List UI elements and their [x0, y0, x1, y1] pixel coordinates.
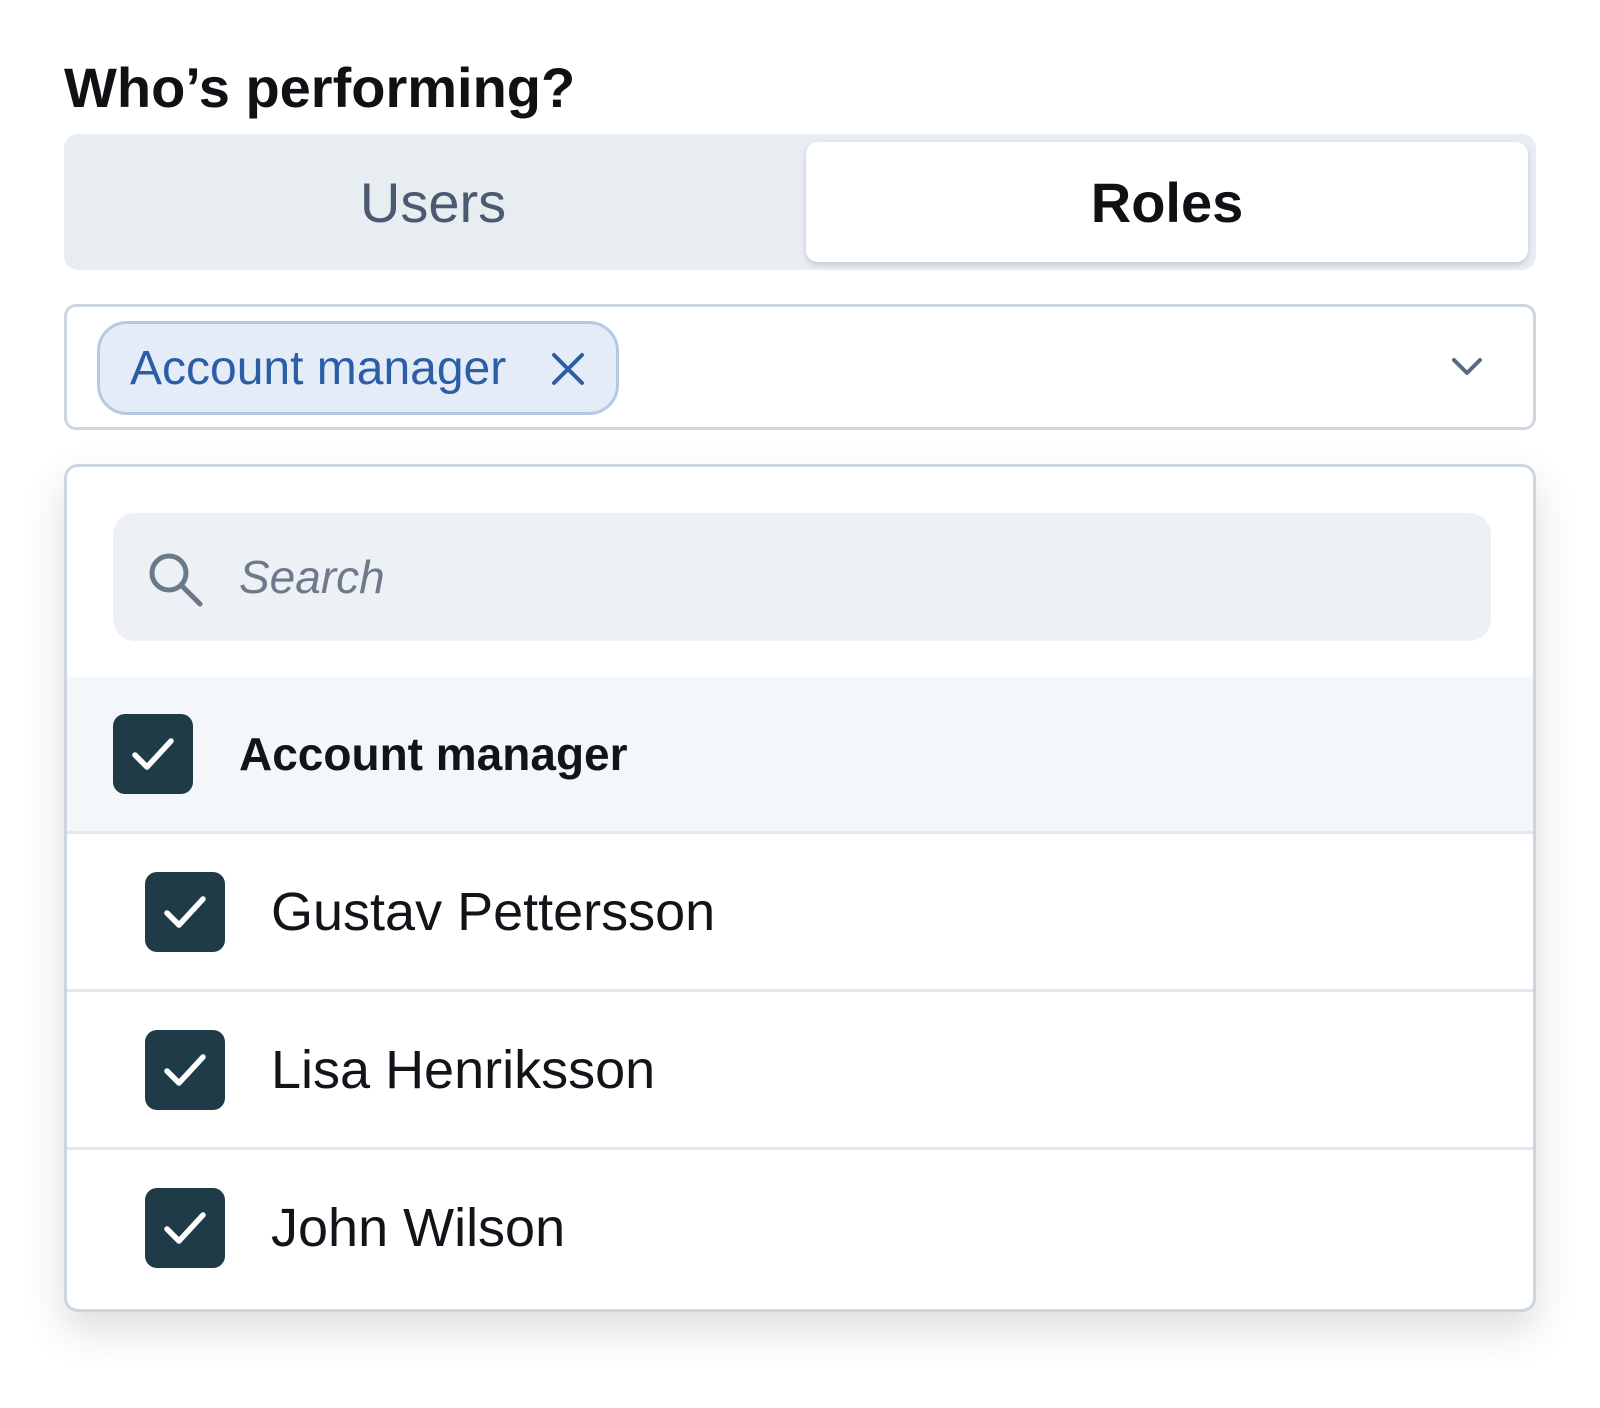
check-icon: [164, 1211, 206, 1244]
member-label: Lisa Henriksson: [271, 1039, 656, 1100]
group-checkbox[interactable]: [113, 714, 193, 794]
role-select[interactable]: Account manager: [64, 304, 1536, 430]
role-group-row[interactable]: Account manager: [67, 677, 1533, 831]
list-item[interactable]: Lisa Henriksson: [67, 989, 1533, 1147]
role-dropdown-panel: Account manager Gustav Pettersson Lisa H…: [64, 464, 1536, 1312]
search-input[interactable]: [239, 513, 1459, 641]
check-icon: [164, 1053, 206, 1086]
tab-roles[interactable]: Roles: [806, 142, 1528, 262]
page-title: Who’s performing?: [64, 56, 576, 119]
list-item[interactable]: Gustav Pettersson: [67, 831, 1533, 989]
member-checkbox[interactable]: [145, 1029, 225, 1110]
tab-users[interactable]: Users: [72, 142, 794, 262]
chevron-down-icon[interactable]: [1449, 355, 1485, 379]
member-label: Gustav Pettersson: [271, 881, 716, 942]
member-label: John Wilson: [271, 1197, 566, 1258]
check-icon: [132, 738, 174, 770]
group-label: Account manager: [239, 728, 628, 780]
performer-type-toggle: Users Roles: [64, 134, 1536, 270]
list-item[interactable]: John Wilson: [67, 1147, 1533, 1305]
member-checkbox[interactable]: [145, 871, 225, 952]
chip-label: Account manager: [130, 341, 507, 395]
remove-chip-icon[interactable]: [550, 351, 586, 387]
check-icon: [164, 895, 206, 928]
search-field[interactable]: [113, 513, 1491, 641]
member-checkbox[interactable]: [145, 1187, 225, 1268]
selected-role-chip: Account manager: [97, 321, 619, 415]
search-icon: [149, 553, 203, 607]
